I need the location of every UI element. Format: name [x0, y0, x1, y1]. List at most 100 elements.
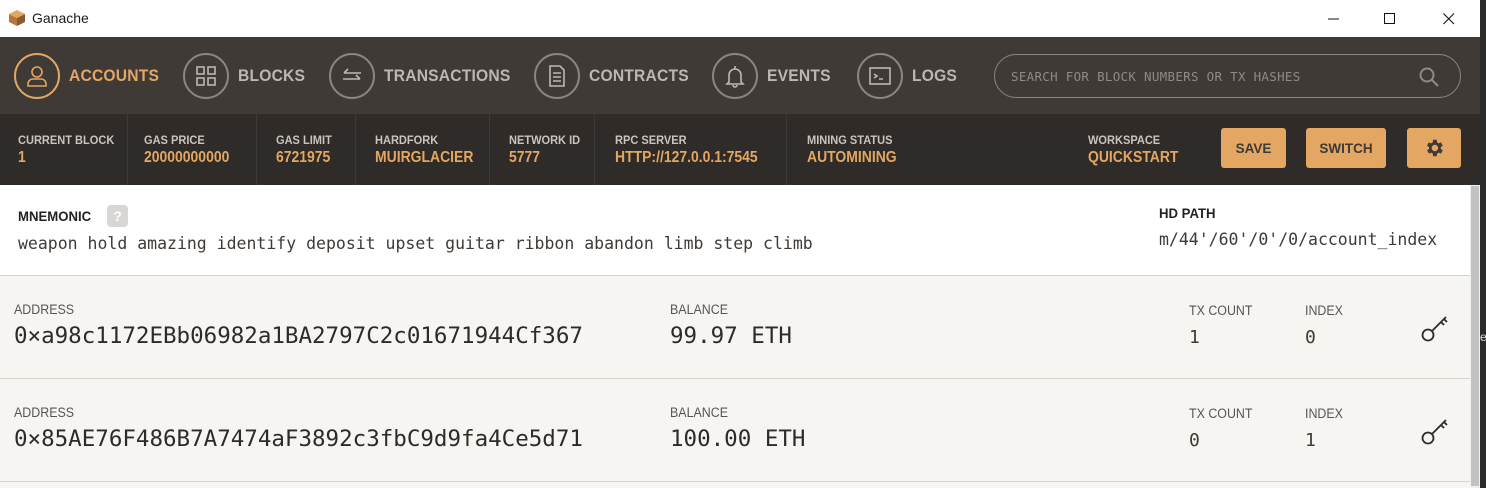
search-box: [994, 54, 1461, 98]
nav-contracts[interactable]: CONTRACTS: [534, 52, 698, 99]
divider: [127, 114, 128, 185]
nav-accounts-circle: [14, 52, 60, 99]
tx-count-label: TX COUNT: [1189, 406, 1253, 421]
search-input[interactable]: [1011, 68, 1411, 84]
index-label: INDEX: [1305, 406, 1343, 421]
tx-count-label: TX COUNT: [1189, 303, 1253, 318]
account-balance: 100.00 ETH: [670, 426, 806, 452]
account-row[interactable]: ADDRESS 0×85AE76F486B7A7474aF3892c3fbC9d…: [0, 379, 1470, 482]
ganache-logo-icon: [9, 10, 25, 26]
stat-network-id: NETWORK ID 5777: [509, 114, 586, 185]
mnemonic-label: MNEMONIC: [18, 208, 92, 224]
stat-workspace: WORKSPACE QUICKSTART: [1088, 114, 1188, 185]
nav-accounts[interactable]: ACCOUNTS: [14, 52, 167, 99]
help-icon[interactable]: ?: [107, 205, 128, 227]
nav-events-circle: [712, 52, 758, 99]
accounts-content: MNEMONIC ? weapon hold amazing identify …: [0, 185, 1480, 488]
hd-path-value: m/44'/60'/0'/0/account_index: [1159, 230, 1438, 249]
account-row[interactable]: ADDRESS 0×a98c1172EBb06982a1BA2797C2c016…: [0, 276, 1470, 379]
stat-rpc-server-label: RPC SERVER: [615, 133, 687, 147]
scrollbar[interactable]: [1470, 185, 1480, 488]
balance-label: BALANCE: [670, 405, 728, 420]
divider: [594, 114, 595, 185]
divider: [256, 114, 257, 185]
stat-workspace-value: QUICKSTART: [1088, 149, 1179, 166]
stat-gas-price: GAS PRICE 20000000000: [144, 114, 239, 185]
nav-events[interactable]: EVENTS: [712, 52, 836, 99]
settings-button[interactable]: [1407, 128, 1461, 168]
search-icon[interactable]: [1418, 66, 1440, 88]
scrollbar-thumb[interactable]: [1471, 186, 1479, 486]
nav-blocks[interactable]: BLOCKS: [183, 52, 311, 99]
save-button[interactable]: SAVE: [1221, 128, 1286, 168]
switch-button[interactable]: SWITCH: [1306, 128, 1386, 168]
address-label: ADDRESS: [14, 302, 75, 317]
nav-logs[interactable]: LOGS: [857, 52, 961, 99]
account-index: 1: [1305, 430, 1316, 451]
background-window-strip: e: [1480, 0, 1486, 488]
stat-gas-limit-value: 6721975: [276, 149, 331, 166]
stat-mining-status: MINING STATUS AUTOMINING: [807, 114, 907, 185]
stat-gas-price-value: 20000000000: [144, 149, 230, 166]
nav-transactions[interactable]: TRANSACTIONS: [329, 52, 521, 99]
status-bar: CURRENT BLOCK 1 GAS PRICE 20000000000 GA…: [0, 114, 1480, 185]
minimize-icon: [1328, 18, 1339, 19]
account-index: 0: [1305, 327, 1316, 348]
key-icon[interactable]: [1420, 414, 1452, 446]
partial-background-text: e: [1480, 330, 1486, 344]
stat-current-block: CURRENT BLOCK 1: [18, 114, 123, 185]
account-tx-count: 1: [1189, 327, 1200, 348]
nav-contracts-label: CONTRACTS: [589, 65, 689, 85]
window-titlebar: Ganache: [0, 0, 1480, 37]
hd-path-label: HD PATH: [1159, 205, 1216, 221]
nav-logs-circle: [857, 52, 903, 99]
stat-hardfork-label: HARDFORK: [375, 133, 439, 147]
nav-logs-label: LOGS: [912, 65, 958, 85]
nav-contracts-circle: [534, 52, 580, 99]
minimize-button[interactable]: [1311, 0, 1357, 37]
nav-transactions-label: TRANSACTIONS: [384, 65, 511, 85]
stat-network-id-label: NETWORK ID: [509, 133, 581, 147]
document-icon: [549, 64, 565, 87]
swap-arrows-icon: [343, 67, 361, 80]
nav-events-label: EVENTS: [767, 65, 831, 85]
account-address: 0×a98c1172EBb06982a1BA2797C2c01671944Cf3…: [14, 323, 583, 349]
mnemonic-words: weapon hold amazing identify deposit ups…: [18, 234, 813, 253]
stat-gas-limit-label: GAS LIMIT: [276, 133, 332, 147]
stat-mining-status-value: AUTOMINING: [807, 149, 897, 166]
nav-transactions-circle: [329, 52, 375, 99]
mnemonic-panel: MNEMONIC ? weapon hold amazing identify …: [0, 185, 1470, 276]
account-icon: [27, 65, 47, 87]
nav-blocks-circle: [183, 52, 229, 99]
stat-rpc-server-value: HTTP://127.0.0.1:7545: [615, 149, 758, 166]
grid-icon: [196, 65, 216, 86]
stat-hardfork-value: MUIRGLACIER: [375, 149, 474, 166]
window-title: Ganache: [32, 10, 89, 26]
nav-accounts-label: ACCOUNTS: [69, 65, 160, 85]
key-icon[interactable]: [1420, 311, 1452, 343]
stat-current-block-label: CURRENT BLOCK: [18, 133, 115, 147]
divider: [355, 114, 356, 185]
terminal-icon: [869, 66, 891, 85]
stat-mining-status-label: MINING STATUS: [807, 133, 893, 147]
maximize-icon: [1384, 12, 1395, 24]
stat-current-block-value: 1: [18, 149, 26, 166]
bell-icon: [725, 65, 745, 88]
stat-rpc-server: RPC SERVER HTTP://127.0.0.1:7545: [615, 114, 774, 185]
close-icon: [1443, 12, 1455, 24]
nav-blocks-label: BLOCKS: [238, 65, 306, 85]
stat-gas-price-label: GAS PRICE: [144, 133, 205, 147]
balance-label: BALANCE: [670, 302, 728, 317]
stat-hardfork: HARDFORK MUIRGLACIER: [375, 114, 484, 185]
stat-network-id-value: 5777: [509, 149, 541, 166]
stat-gas-limit: GAS LIMIT 6721975: [276, 114, 337, 185]
close-button[interactable]: [1426, 0, 1472, 37]
account-address: 0×85AE76F486B7A7474aF3892c3fbC9d9fa4Ce5d…: [14, 426, 583, 452]
stat-workspace-label: WORKSPACE: [1088, 133, 1161, 147]
index-label: INDEX: [1305, 303, 1343, 318]
divider: [489, 114, 490, 185]
account-tx-count: 0: [1189, 430, 1200, 451]
maximize-button[interactable]: [1367, 0, 1413, 37]
gear-icon: [1427, 139, 1443, 157]
address-label: ADDRESS: [14, 405, 75, 420]
